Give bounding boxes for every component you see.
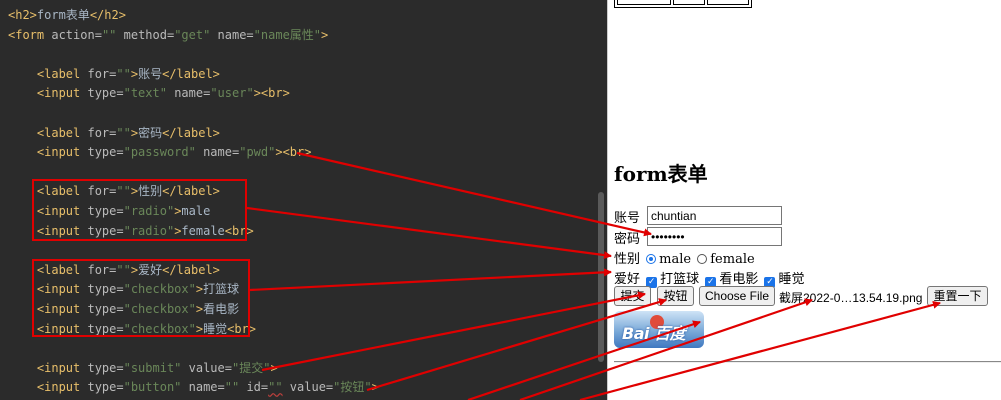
code-token: "get": [174, 27, 211, 42]
code-token: "name属性": [253, 27, 322, 42]
password-label: 密码: [614, 232, 641, 247]
code-token: for=: [87, 125, 117, 140]
code-token: "button": [123, 380, 182, 395]
baidu-image-button[interactable]: Bai 百度: [614, 311, 704, 348]
hobby-row: 爱好 ✓ 打篮球 ✓ 看电影 ✓ 睡觉: [614, 268, 804, 288]
code-token: type=: [87, 380, 124, 395]
code-token: name=: [181, 380, 225, 395]
code-token: <input: [8, 380, 88, 395]
code-token: >: [270, 360, 278, 375]
gender-label: 性别: [614, 252, 641, 267]
baidu-logo-text: Bai 百度: [622, 324, 686, 343]
code-token: type=: [87, 86, 124, 101]
code-token: >: [130, 125, 139, 140]
code-token: action=: [51, 27, 102, 42]
account-input[interactable]: [647, 206, 782, 225]
male-radio[interactable]: [646, 254, 657, 264]
annotation-box-gender: [32, 179, 247, 241]
female-label: female: [710, 252, 755, 267]
code-token: >: [371, 380, 379, 395]
plain-button[interactable]: 按钮: [657, 286, 694, 306]
annotation-box-hobby: [32, 259, 250, 337]
code-line: <input type="password" name="pwd"><br>: [8, 142, 312, 162]
code-token: </label>: [162, 66, 220, 81]
password-row: 密码: [614, 228, 640, 247]
sleep-label: 睡觉: [778, 272, 805, 287]
code-token: "submit": [123, 360, 182, 375]
code-token: name=: [210, 27, 254, 42]
gender-row: 性别 male female: [614, 248, 755, 267]
code-line: <input type="text" name="user"><br>: [8, 83, 290, 103]
code-token: "": [116, 125, 131, 140]
hobby-label: 爱好: [614, 272, 641, 287]
code-token: value=: [282, 380, 334, 395]
code-token: type=: [87, 360, 124, 375]
code-token: value=: [181, 360, 232, 375]
code-token: "text": [123, 86, 167, 101]
code-token: </label>: [162, 125, 220, 140]
code-token: "user": [210, 86, 254, 101]
code-token: <form: [8, 27, 52, 42]
code-line: <input type="button" name="" id="" value…: [8, 377, 379, 397]
code-token: >: [130, 66, 139, 81]
code-token: <h2>: [8, 8, 37, 22]
form-title: form表单: [614, 162, 708, 186]
code-token: </h2>: [89, 8, 126, 22]
code-line: <form action="" method="get" name="name属…: [8, 25, 328, 45]
code-token: <input: [8, 86, 88, 101]
code-token: method=: [116, 27, 175, 42]
code-token: "": [224, 380, 240, 395]
code-token: "": [101, 27, 117, 42]
basketball-label: 打篮球: [660, 272, 700, 287]
code-token: name=: [195, 145, 240, 160]
code-token: "password": [123, 145, 196, 160]
code-token: "": [268, 380, 283, 395]
code-line: <h2>form表单</h2>: [8, 5, 126, 25]
selected-file-name: 截屏2022-0…13.54.19.png: [779, 291, 923, 305]
female-radio[interactable]: [697, 254, 708, 264]
password-input[interactable]: [647, 227, 782, 246]
horizontal-rule: [614, 361, 1001, 363]
code-token: "按钮": [333, 380, 372, 395]
code-token: type=: [87, 145, 124, 160]
movie-label: 看电影: [719, 272, 759, 287]
code-token: <input: [8, 145, 88, 160]
editor-scrollbar-thumb[interactable]: [598, 192, 604, 362]
code-line: <label for="">账号</label>: [8, 64, 220, 84]
code-token: form表单: [36, 8, 90, 22]
male-label: male: [659, 252, 692, 267]
code-token: ><br>: [253, 86, 290, 101]
code-token: <label: [8, 66, 88, 81]
code-token: name=: [166, 86, 211, 101]
reset-button[interactable]: 重置一下: [927, 286, 988, 306]
code-token: id=: [239, 380, 269, 395]
code-token: 密码: [138, 125, 163, 140]
code-token: <label: [8, 125, 88, 140]
code-line: <input type="submit" value="提交">: [8, 358, 278, 378]
code-token: for=: [87, 66, 117, 81]
account-label: 账号: [614, 211, 641, 226]
code-token: 账号: [138, 66, 163, 81]
code-token: >: [321, 27, 329, 42]
choose-file-button[interactable]: Choose File: [699, 286, 775, 306]
code-token: "": [116, 66, 131, 81]
code-line: <label for="">密码</label>: [8, 123, 220, 143]
code-token: "提交": [231, 360, 271, 375]
code-editor[interactable]: <h2>form表单</h2> <form action="" method="g…: [0, 0, 607, 400]
preview-table-fragment: [614, 0, 752, 8]
code-token: "pwd": [239, 145, 276, 160]
code-token: ><br>: [275, 145, 312, 160]
code-token: <input: [8, 360, 88, 375]
account-row: 账号: [614, 207, 640, 226]
submit-button[interactable]: 提交: [614, 286, 651, 306]
browser-preview: form表单 账号 密码 性别 male female 爱好 ✓打篮球 ✓看电影…: [608, 0, 1001, 400]
